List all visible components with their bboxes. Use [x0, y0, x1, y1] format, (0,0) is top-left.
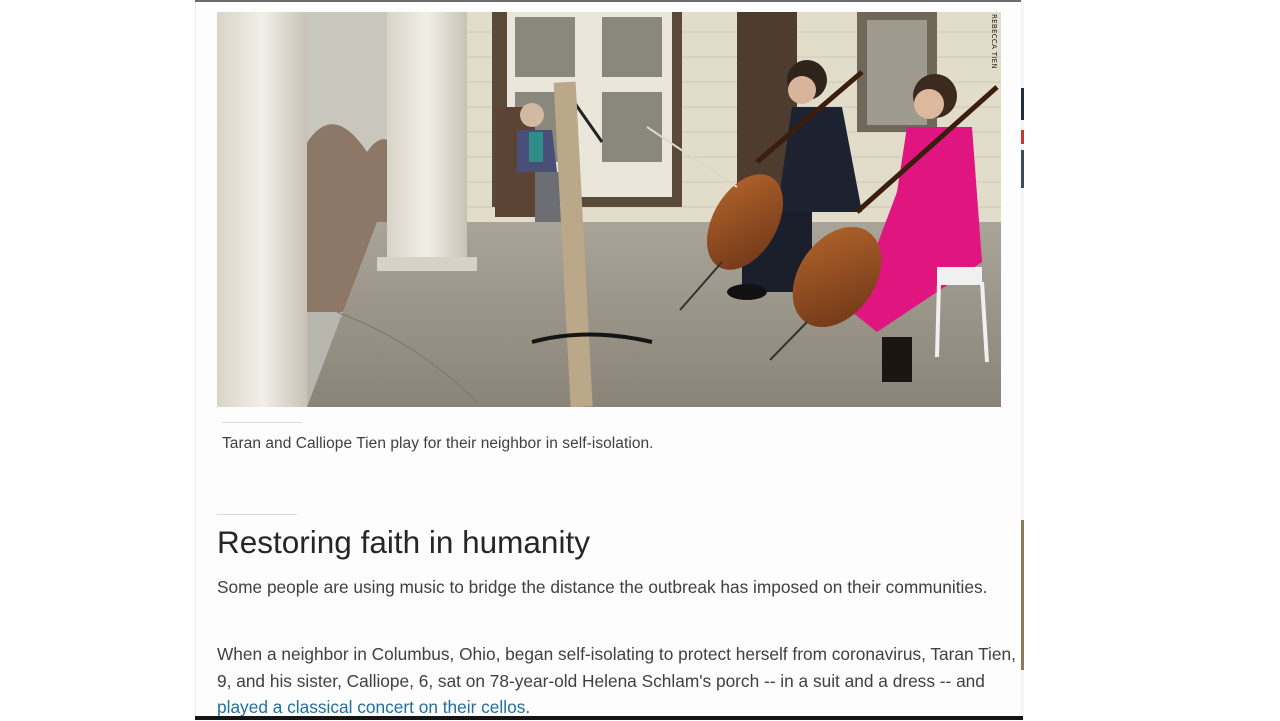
bottom-edge: [195, 716, 1023, 720]
page-gutter-left: [0, 0, 195, 720]
section-divider: [217, 514, 297, 515]
section-title: Restoring faith in humanity: [217, 524, 590, 560]
paragraph-concert: When a neighbor in Columbus, Ohio, began…: [217, 641, 1017, 721]
paragraph-concert-text: When a neighbor in Columbus, Ohio, began…: [217, 644, 1016, 691]
paragraph-intro: Some people are using music to bridge th…: [217, 577, 988, 597]
photo-image[interactable]: [217, 12, 1001, 407]
caption-divider: [222, 422, 302, 423]
concert-link[interactable]: played a classical concert on their cell…: [217, 697, 530, 717]
photo-credit: REBECCA TIEN: [990, 14, 998, 69]
photo-caption: Taran and Calliope Tien play for their n…: [222, 435, 654, 452]
right-scroll-strip[interactable]: [1021, 0, 1024, 720]
top-border: [195, 0, 1023, 2]
